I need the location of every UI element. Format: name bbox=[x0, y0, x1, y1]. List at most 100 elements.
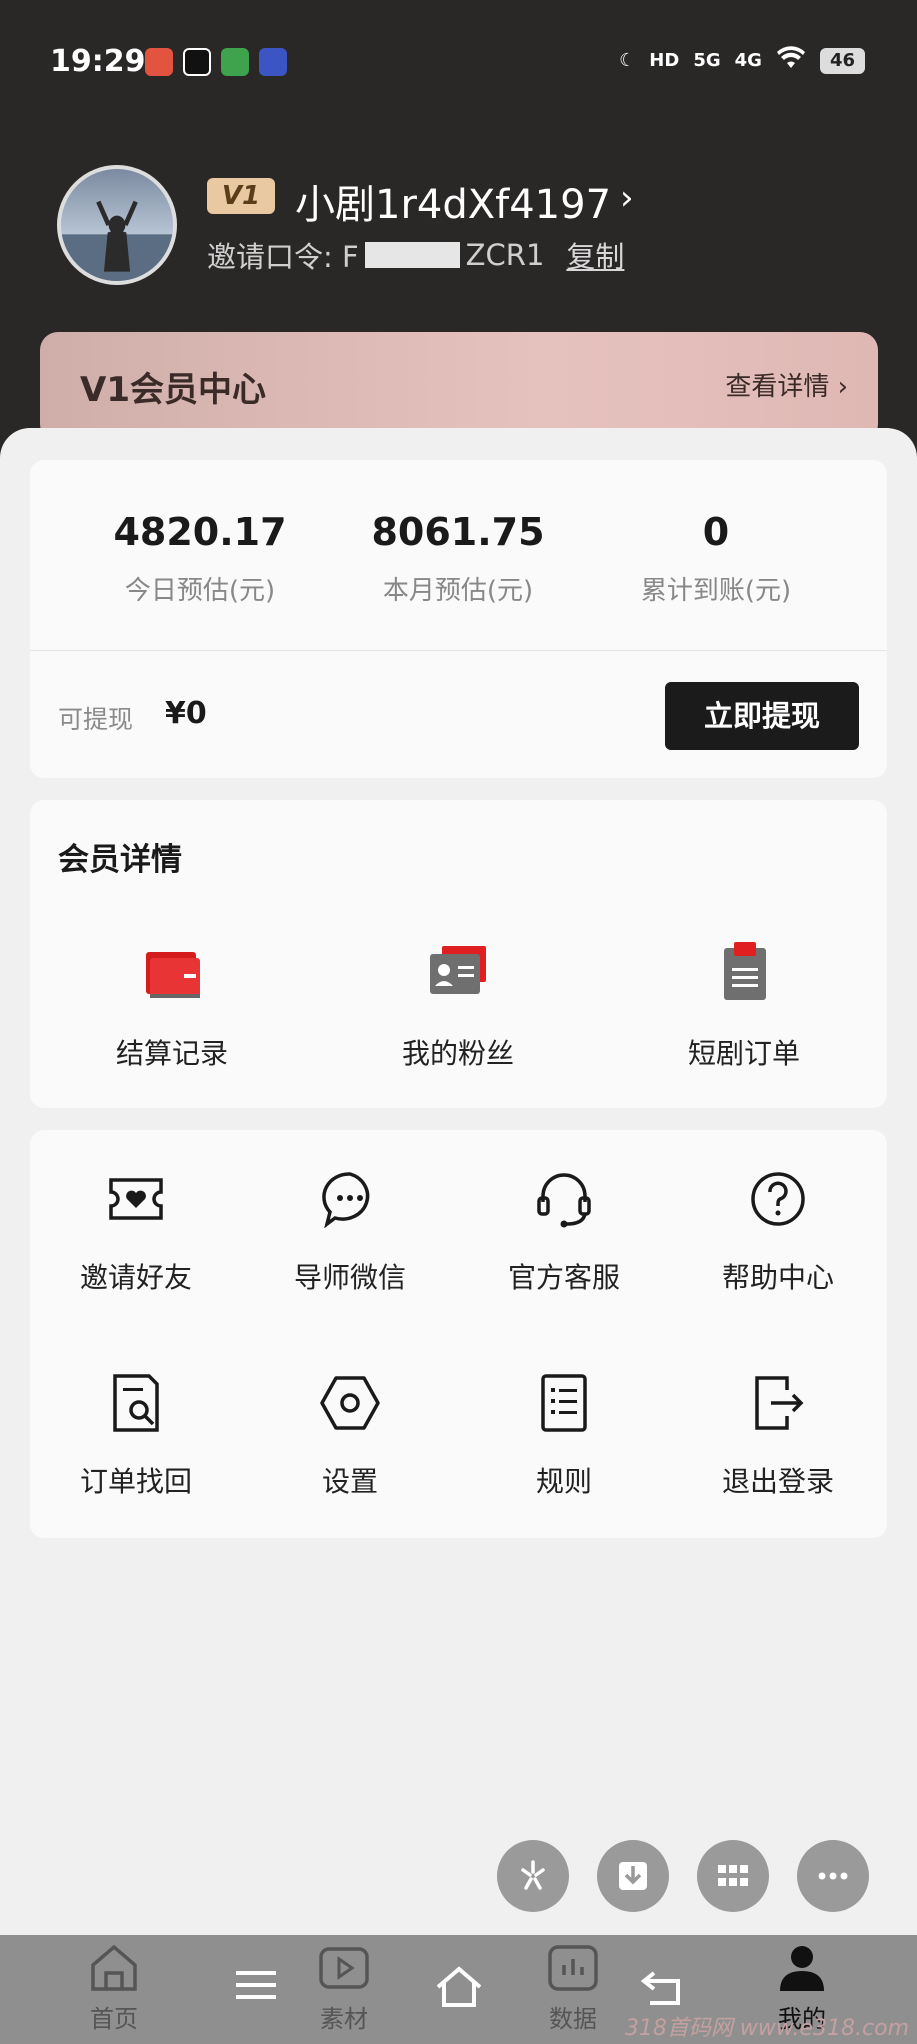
member-details-card: 会员详情 结算记录 我的粉丝 短剧订单 bbox=[30, 800, 887, 1108]
home-icon bbox=[91, 1944, 137, 1991]
settlement-records-label: 结算记录 bbox=[115, 1037, 228, 1070]
total-received-value: 0 bbox=[702, 510, 730, 554]
invite-code-suffix: ZCR1 bbox=[465, 238, 545, 272]
download-icon bbox=[619, 1862, 647, 1890]
avatar[interactable] bbox=[57, 165, 177, 285]
video-app-icon bbox=[221, 48, 249, 76]
sparkle-icon bbox=[521, 1860, 545, 1890]
notification-icons bbox=[145, 48, 287, 76]
today-estimate: 4820.17 今日预估(元) bbox=[60, 510, 340, 607]
assistant-button[interactable] bbox=[497, 1840, 569, 1912]
withdrawable-label: 可提现 bbox=[58, 705, 134, 734]
settlement-records-button[interactable]: 结算记录 bbox=[72, 940, 272, 1072]
tab-materials[interactable]: 素材 bbox=[264, 1935, 424, 2034]
more-icon bbox=[818, 1872, 848, 1880]
ticket-heart-icon bbox=[109, 1178, 163, 1220]
vip-center-title: V1会员中心 bbox=[80, 370, 266, 410]
level-badge: V1 bbox=[207, 178, 275, 214]
hd-badge: HD bbox=[649, 50, 680, 71]
order-recovery-label: 订单找回 bbox=[79, 1465, 192, 1498]
user-icon bbox=[780, 1946, 824, 1991]
id-card-icon bbox=[430, 946, 486, 994]
status-indicators: ☾ HD 5G 4G 46 bbox=[619, 46, 865, 75]
logout-icon bbox=[755, 1376, 804, 1430]
wallet-icon bbox=[146, 952, 200, 998]
system-back-button[interactable] bbox=[640, 1965, 684, 2013]
help-center-button[interactable]: 帮助中心 bbox=[698, 1168, 858, 1296]
customer-service-button[interactable]: 官方客服 bbox=[484, 1168, 644, 1296]
chart-icon bbox=[548, 1945, 598, 1991]
help-icon bbox=[751, 1172, 805, 1226]
watermark: 318首码网 www.e318.com bbox=[624, 2016, 909, 2041]
system-home-button[interactable] bbox=[434, 1965, 484, 2013]
play-icon bbox=[319, 1947, 369, 1989]
back-icon bbox=[640, 1971, 680, 2005]
tiktok-icon bbox=[183, 48, 211, 76]
help-center-label: 帮助中心 bbox=[721, 1261, 834, 1294]
month-estimate-label: 本月预估(元) bbox=[382, 576, 534, 606]
invite-friends-button[interactable]: 邀请好友 bbox=[56, 1168, 216, 1296]
signal-5g: 5G bbox=[693, 50, 721, 71]
today-estimate-value: 4820.17 bbox=[113, 510, 287, 554]
month-estimate: 8061.75 本月预估(元) bbox=[318, 510, 598, 607]
total-received: 0 累计到账(元) bbox=[576, 510, 856, 607]
list-icon bbox=[541, 1374, 587, 1432]
wifi-icon bbox=[776, 46, 806, 75]
battery-indicator: 46 bbox=[819, 47, 865, 74]
vip-details-link[interactable]: 查看详情 › bbox=[725, 366, 848, 403]
settings-label: 设置 bbox=[321, 1465, 378, 1498]
invite-friends-label: 邀请好友 bbox=[79, 1261, 192, 1294]
order-recovery-button[interactable]: 订单找回 bbox=[56, 1372, 216, 1500]
rules-label: 规则 bbox=[535, 1465, 592, 1498]
withdrawable-amount: ¥0 bbox=[165, 696, 207, 731]
total-received-label: 累计到账(元) bbox=[640, 576, 792, 606]
drama-orders-button[interactable]: 短剧订单 bbox=[644, 940, 844, 1072]
chat-icon bbox=[322, 1172, 370, 1229]
settings-button[interactable]: 设置 bbox=[270, 1372, 430, 1500]
tab-materials-label: 素材 bbox=[320, 2005, 368, 2033]
invite-code-label: 邀请口令: F bbox=[207, 240, 359, 274]
tools-card: 邀请好友 导师微信 官方客服 帮助中心 订单找回 设置 规则 退出登录 bbox=[30, 1130, 887, 1538]
more-button[interactable] bbox=[797, 1840, 869, 1912]
invite-code-row: 邀请口令: F ZCR1 复制 bbox=[207, 234, 624, 276]
my-fans-label: 我的粉丝 bbox=[401, 1037, 514, 1070]
avatar-image bbox=[61, 200, 173, 281]
document-search-icon bbox=[113, 1374, 159, 1432]
mentor-wechat-button[interactable]: 导师微信 bbox=[270, 1168, 430, 1296]
menu-icon bbox=[236, 1971, 276, 1999]
month-estimate-value: 8061.75 bbox=[371, 510, 545, 554]
grid-icon bbox=[718, 1865, 748, 1886]
system-home-icon bbox=[436, 1966, 482, 2007]
chevron-right-icon[interactable]: › bbox=[620, 178, 634, 218]
today-estimate-label: 今日预估(元) bbox=[124, 576, 276, 606]
settings-icon bbox=[320, 1376, 380, 1430]
moon-icon: ☾ bbox=[619, 50, 636, 71]
vip-details-label: 查看详情 bbox=[725, 372, 830, 402]
drama-orders-label: 短剧订单 bbox=[687, 1037, 800, 1070]
download-button[interactable] bbox=[597, 1840, 669, 1912]
divider bbox=[30, 650, 887, 651]
member-details-title: 会员详情 bbox=[58, 842, 182, 878]
system-menu-button[interactable] bbox=[234, 1965, 278, 2009]
copy-invite-button[interactable]: 复制 bbox=[566, 234, 624, 276]
vip-center-banner[interactable]: V1会员中心 查看详情 › bbox=[40, 332, 878, 442]
customer-service-label: 官方客服 bbox=[507, 1261, 620, 1294]
logout-button[interactable]: 退出登录 bbox=[698, 1372, 858, 1500]
signal-4g: 4G bbox=[734, 50, 762, 71]
logout-label: 退出登录 bbox=[721, 1465, 834, 1498]
mentor-wechat-label: 导师微信 bbox=[293, 1261, 406, 1294]
clipboard-icon bbox=[724, 942, 766, 1000]
status-time: 19:29 bbox=[50, 44, 146, 79]
status-bar: 19:29 ☾ HD 5G 4G 46 bbox=[0, 0, 917, 120]
withdraw-button[interactable]: 立即提现 bbox=[665, 682, 859, 750]
tab-home-label: 首页 bbox=[90, 2005, 138, 2033]
apps-grid-button[interactable] bbox=[697, 1840, 769, 1912]
my-fans-button[interactable]: 我的粉丝 bbox=[358, 940, 558, 1072]
earnings-card: 4820.17 今日预估(元) 8061.75 本月预估(元) 0 累计到账(元… bbox=[30, 460, 887, 778]
news-app-icon bbox=[259, 48, 287, 76]
username[interactable]: 小剧1r4dXf4197 bbox=[295, 172, 611, 230]
tab-home[interactable]: 首页 bbox=[34, 1935, 194, 2034]
invite-code-mask bbox=[364, 242, 460, 268]
rules-button[interactable]: 规则 bbox=[484, 1372, 644, 1500]
app-notification-icon bbox=[145, 48, 173, 76]
